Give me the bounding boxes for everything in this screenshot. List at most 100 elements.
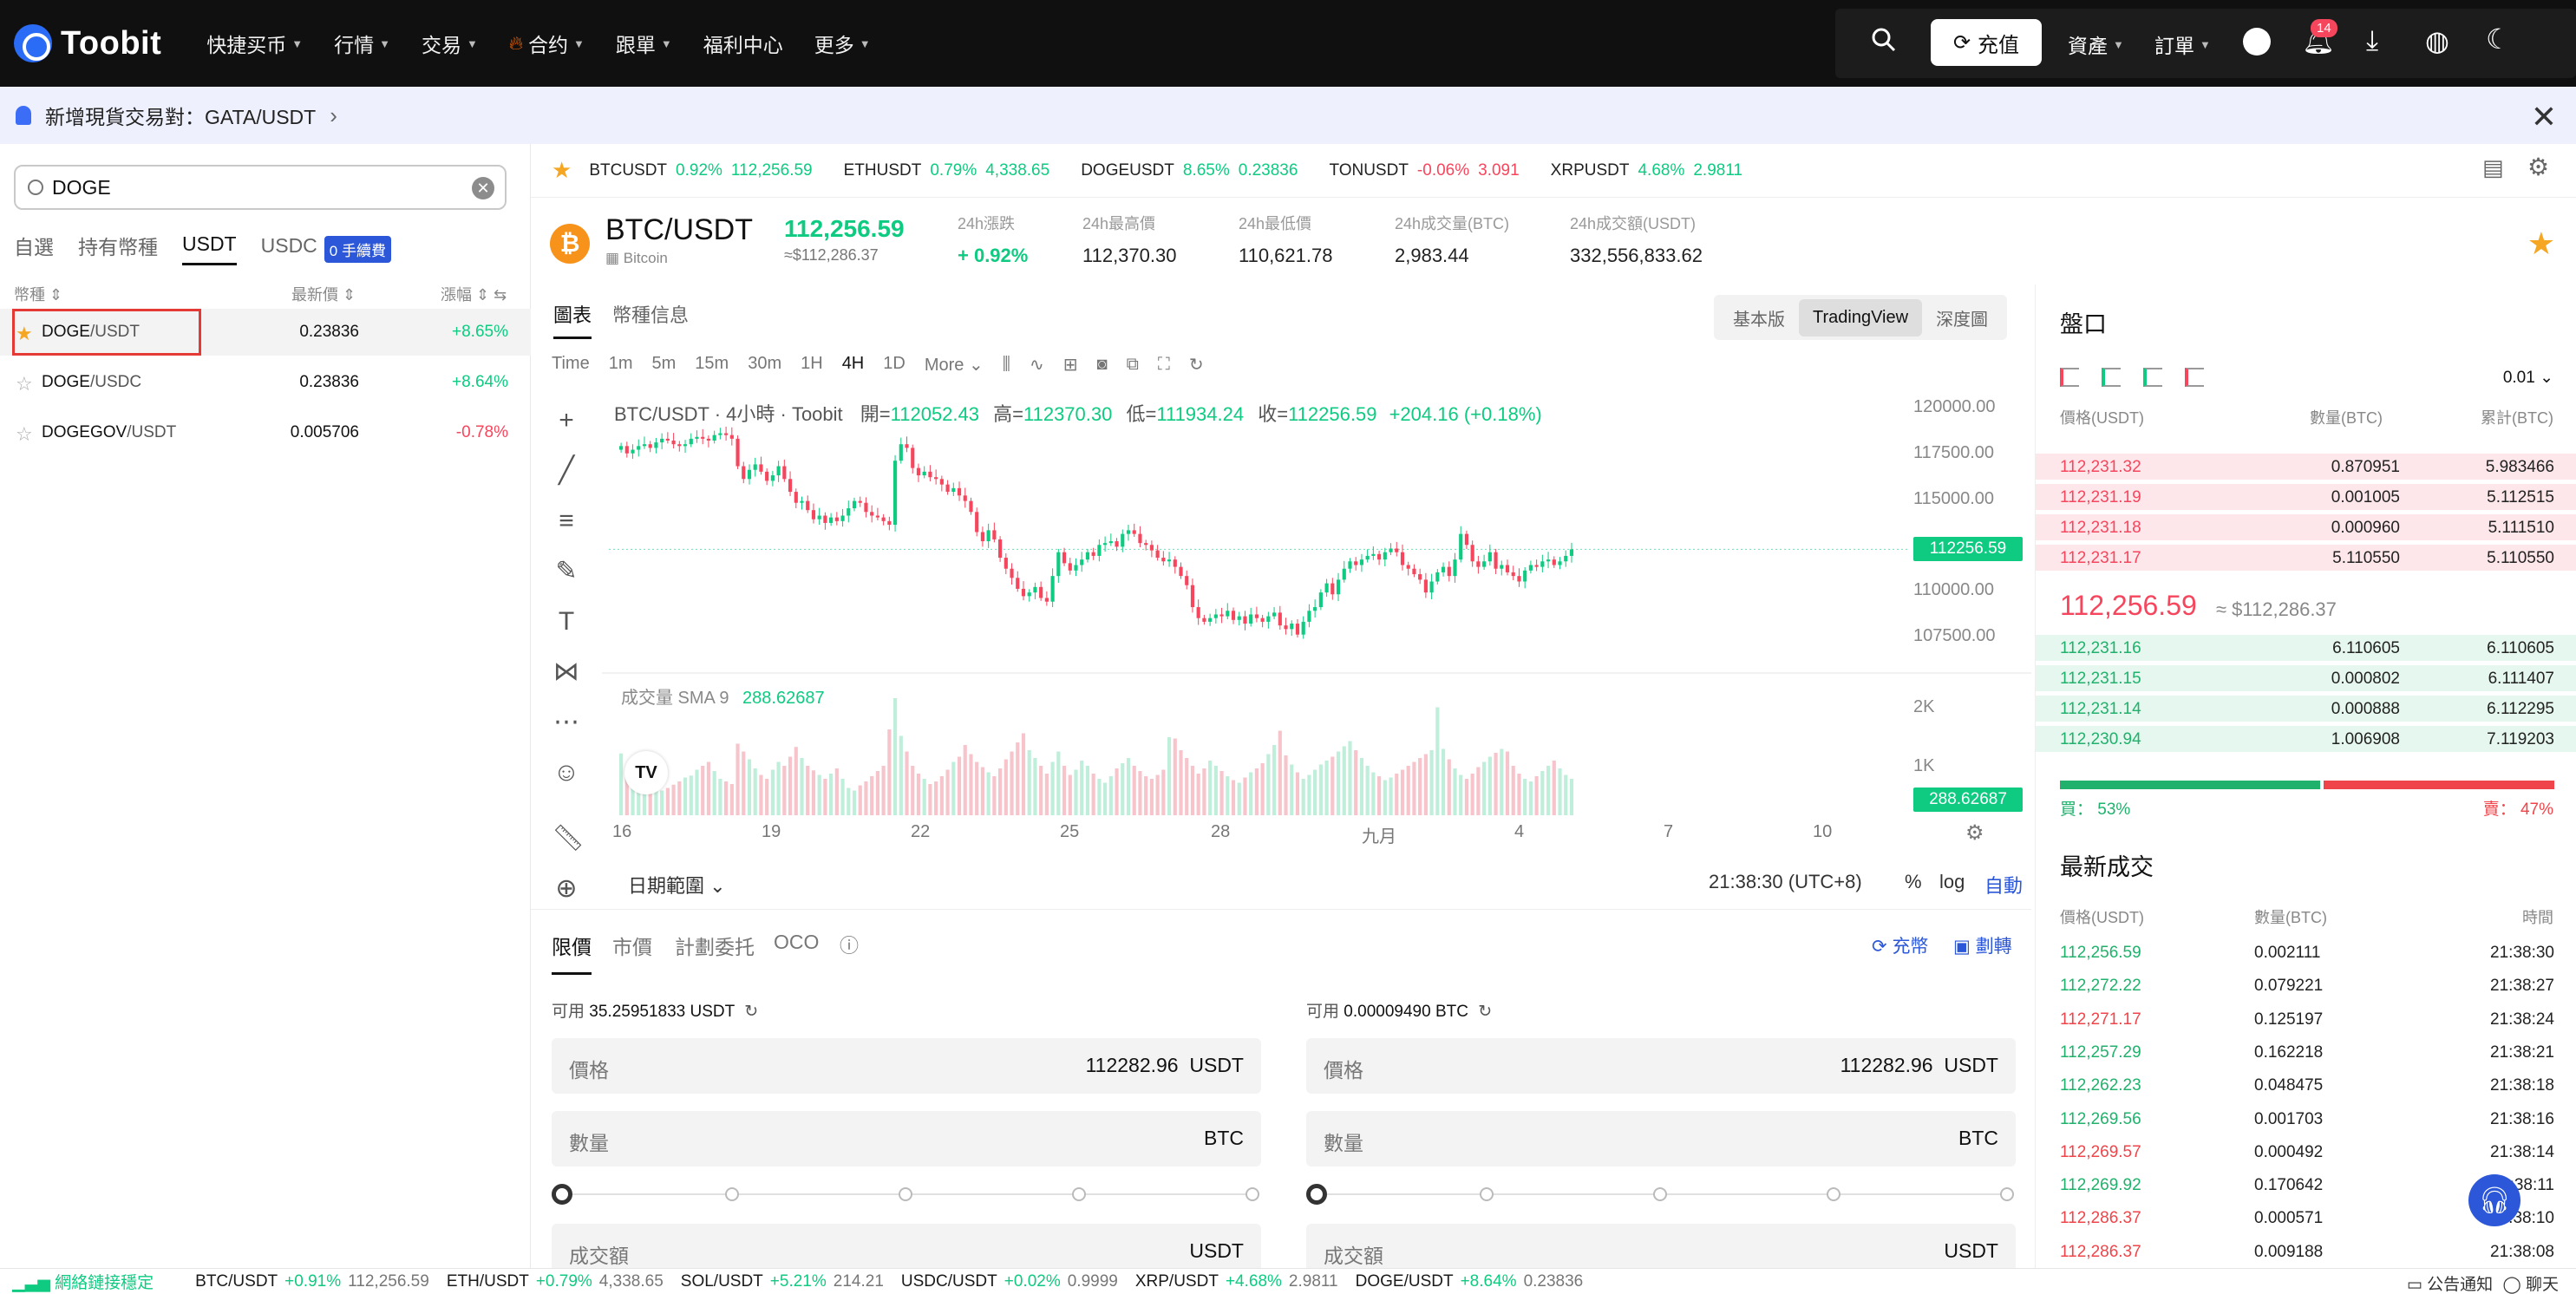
interval-3[interactable]: 15m	[695, 354, 729, 376]
slider-mark-25[interactable]	[725, 1187, 739, 1201]
ask-row[interactable]: 112,231.18 0.000960 5.111510	[2036, 513, 2576, 542]
ask-row[interactable]: 112,231.17 5.110550 5.110550	[2036, 543, 2576, 572]
tab-limit[interactable]: 限價	[552, 931, 592, 975]
market-tab[interactable]: USDC	[261, 234, 317, 265]
col-change[interactable]: 漲幅 ⇕ ⇆	[441, 283, 507, 305]
tab-market[interactable]: 市價	[612, 931, 652, 960]
interval-6[interactable]: 4H	[842, 354, 865, 376]
nav-item[interactable]: 跟單 ▼	[616, 29, 672, 58]
close-icon[interactable]: ✕	[2531, 99, 2557, 135]
deposit-button[interactable]: ⟳ 充值	[1931, 19, 2042, 66]
star-icon[interactable]: ☆	[16, 373, 33, 395]
buy-price-field[interactable]: 價格 112282.96 USDT	[552, 1038, 1261, 1094]
info-icon[interactable]: ⓘ	[840, 931, 859, 958]
announcements-link[interactable]: 公告通知	[2427, 1276, 2493, 1294]
transfer-link[interactable]: ▣ 劃轉	[1953, 932, 2012, 958]
ticker-item[interactable]: BTCUSDT 0.92% 112,256.59	[589, 161, 812, 180]
view-basic[interactable]: 基本版	[1719, 297, 1799, 339]
interval-7[interactable]: 1D	[883, 354, 906, 376]
bid-row[interactable]: 112,231.14 0.000888 6.112295	[2036, 694, 2576, 723]
date-range-button[interactable]: 日期範圍 ⌄	[628, 871, 726, 899]
tab-coin-info[interactable]: 幣種信息	[612, 300, 689, 328]
globe-icon[interactable]: ◍	[2425, 24, 2449, 57]
slider-handle[interactable]	[1306, 1184, 1327, 1205]
slider-mark-75[interactable]	[1827, 1187, 1840, 1201]
pair-row[interactable]: ☆ DOGEGOV/USDT 0.005706 -0.78%	[0, 409, 531, 456]
favorite-star-icon[interactable]: ★	[2527, 225, 2555, 262]
interval-5[interactable]: 1H	[801, 354, 823, 376]
slider-mark-50[interactable]	[899, 1187, 912, 1201]
buy-qty-field[interactable]: 數量 BTC	[552, 1111, 1261, 1167]
gear-icon[interactable]: ⚙	[2527, 153, 2549, 181]
star-icon[interactable]: ☆	[16, 423, 33, 446]
pair-row[interactable]: ☆ DOGE/USDC 0.23836 +8.64%	[0, 359, 531, 406]
col-price[interactable]: 最新價 ⇕	[291, 283, 356, 305]
nav-item[interactable]: 交易 ▼	[422, 29, 478, 58]
avatar[interactable]	[2243, 28, 2271, 56]
candle-type-icon[interactable]: ⫼	[1003, 355, 1010, 375]
log-toggle[interactable]: log	[1939, 871, 1965, 893]
slider-mark-50[interactable]	[1653, 1187, 1667, 1201]
ask-row[interactable]: 112,231.19 0.001005 5.112515	[2036, 482, 2576, 512]
interval-8[interactable]: More ⌄	[925, 354, 984, 376]
refresh-icon[interactable]: ↻	[1189, 354, 1204, 376]
orders-menu[interactable]: 訂單 ▼	[2154, 29, 2211, 59]
asks-only-icon[interactable]	[2185, 368, 2204, 387]
download-icon[interactable]: ⤓	[2366, 24, 2378, 57]
nav-item[interactable]: 🔥︎ 合约 ▼	[509, 29, 585, 58]
status-ticker[interactable]: SOL/USDT +5.21% 214.21	[681, 1272, 884, 1291]
interval-0[interactable]: Time	[552, 354, 590, 376]
camera-icon[interactable]: ◙	[1096, 355, 1107, 375]
slider-mark-75[interactable]	[1072, 1187, 1086, 1201]
deposit-link[interactable]: ⟳ 充幣	[1872, 932, 1928, 958]
layout-icon[interactable]: ⊞	[1063, 354, 1078, 376]
ticker-item[interactable]: ETHUSDT 0.79% 4,338.65	[844, 161, 1050, 180]
compare-icon[interactable]: ⧉	[1127, 355, 1139, 375]
search-icon[interactable]	[1870, 26, 1898, 54]
market-tab[interactable]: 自選	[14, 231, 54, 267]
both-sides-icon[interactable]	[2060, 368, 2079, 387]
buy-slider[interactable]	[552, 1184, 1261, 1205]
announce-icon[interactable]: ▭	[2407, 1276, 2422, 1294]
ticker-item[interactable]: TONUSDT -0.06% 3.091	[1329, 161, 1519, 180]
sell-qty-field[interactable]: 數量 BTC	[1306, 1111, 2016, 1167]
price-chart[interactable]: + ╱ ≡ ✎ T ⋈ ⋯ ☺ 📏︎ ⊕ BTC/USDT · 4小時 · To…	[531, 387, 2031, 903]
fullscreen-icon[interactable]: ⛶	[1158, 355, 1170, 375]
interval-1[interactable]: 1m	[609, 354, 633, 376]
settings-icon[interactable]: ⚙	[1965, 820, 1984, 846]
status-ticker[interactable]: ETH/USDT +0.79% 4,338.65	[447, 1272, 664, 1291]
slider-mark-100[interactable]	[2000, 1187, 2014, 1201]
refresh-icon[interactable]: ↻	[1478, 1003, 1492, 1021]
precision-select[interactable]: 0.01 ⌄	[2503, 368, 2553, 388]
status-ticker[interactable]: BTC/USDT +0.91% 112,256.59	[195, 1272, 429, 1291]
assets-menu[interactable]: 資產 ▼	[2068, 29, 2124, 59]
sell-price-value[interactable]: 112282.96 USDT	[1840, 1054, 1998, 1077]
search-value[interactable]: DOGE	[52, 176, 111, 199]
ticker-item[interactable]: DOGEUSDT 8.65% 0.23836	[1081, 161, 1298, 180]
percent-toggle[interactable]: %	[1905, 871, 1922, 893]
status-ticker[interactable]: XRP/USDT +4.68% 2.9811	[1135, 1272, 1338, 1291]
search-input[interactable]: DOGE ✕	[14, 165, 507, 210]
bid-row[interactable]: 112,231.16 6.110605 6.110605	[2036, 633, 2576, 663]
bid-row[interactable]: 112,230.94 1.006908 7.119203	[2036, 724, 2576, 754]
document-icon[interactable]: ▤	[2482, 154, 2504, 181]
tradingview-logo-icon[interactable]: TV	[624, 751, 668, 794]
view-depth[interactable]: 深度圖	[1922, 297, 2002, 339]
refresh-icon[interactable]: ↻	[744, 1003, 758, 1021]
support-chat-icon[interactable]: 🎧︎	[2468, 1174, 2520, 1226]
pair-name[interactable]: BTC/USDT	[605, 213, 753, 247]
view-tradingview[interactable]: TradingView	[1799, 298, 1923, 337]
status-ticker[interactable]: USDC/USDT +0.02% 0.9999	[901, 1272, 1118, 1291]
tab-chart[interactable]: 圖表	[553, 300, 592, 339]
indicator-icon[interactable]: ∿	[1030, 354, 1044, 376]
status-ticker[interactable]: DOGE/USDT +8.64% 0.23836	[1356, 1272, 1584, 1291]
bids-list-icon[interactable]	[2143, 368, 2162, 387]
logo[interactable]: Toobit	[14, 24, 161, 62]
bid-row[interactable]: 112,231.15 0.000802 6.111407	[2036, 663, 2576, 693]
auto-toggle[interactable]: 自動	[1984, 871, 2023, 899]
slider-handle[interactable]	[552, 1184, 572, 1205]
nav-item[interactable]: 快捷买币 ▼	[206, 29, 303, 58]
slider-mark-100[interactable]	[1246, 1187, 1259, 1201]
buy-price-value[interactable]: 112282.96 USDT	[1086, 1054, 1244, 1077]
nav-item[interactable]: 行情 ▼	[334, 29, 390, 58]
